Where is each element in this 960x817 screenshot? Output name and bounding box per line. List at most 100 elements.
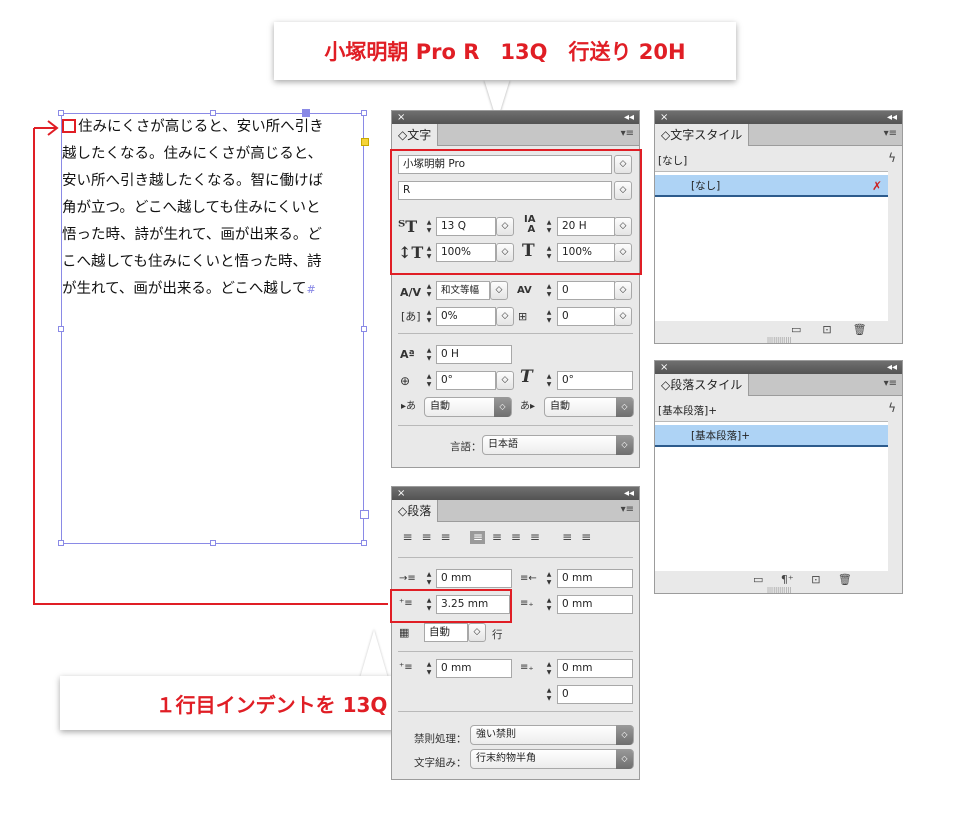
frame-handle-left[interactable] xyxy=(58,326,64,332)
tsume-dropdown[interactable]: ◇ xyxy=(496,307,514,326)
rotation-dropdown[interactable]: ◇ xyxy=(496,371,514,390)
space-after-field[interactable]: 0 mm xyxy=(557,659,633,678)
baseline-shift-field[interactable]: 0 H xyxy=(436,345,512,364)
frame-handle-top[interactable] xyxy=(210,110,216,116)
mojikumi-select[interactable]: 行末約物半角 ◇ xyxy=(470,749,634,769)
grid-indent-stepper[interactable]: ▲ ▼ xyxy=(544,309,554,326)
aki-before-select[interactable]: 自動 ◇ xyxy=(424,397,512,417)
clear-overrides-icon[interactable]: ¶⁺ xyxy=(781,573,794,586)
new-group-icon[interactable]: ▭ xyxy=(753,573,763,586)
list-item[interactable]: [基本段落]+ xyxy=(655,425,888,447)
rotation-icon: ⊕ xyxy=(400,374,411,388)
align-spine-icon[interactable]: ≡ xyxy=(560,531,575,544)
close-icon[interactable]: × xyxy=(660,361,668,374)
aki-after-select[interactable]: 自動 ◇ xyxy=(544,397,634,417)
baseline-shift-stepper[interactable]: ▲ ▼ xyxy=(424,347,434,364)
language-select[interactable]: 日本語 ◇ xyxy=(482,435,634,455)
paragraph-style-list: [基本段落]+ xyxy=(655,421,888,571)
justify-all-icon[interactable]: ≡ xyxy=(527,531,542,544)
aki-before-icon: ▸あ xyxy=(401,401,417,412)
panel-menu-icon[interactable]: ▾≡ xyxy=(621,128,634,139)
frame-handle-bottom-left[interactable] xyxy=(58,540,64,546)
tab-character-styles[interactable]: ◇文字スタイル xyxy=(655,124,750,146)
rotation-stepper[interactable]: ▲ ▼ xyxy=(424,373,434,390)
tracking-field[interactable]: 0 xyxy=(557,281,615,300)
rotation-field[interactable]: 0° xyxy=(436,371,496,390)
panel-titlebar: × ◂◂ xyxy=(655,361,902,374)
close-icon[interactable]: × xyxy=(397,111,405,124)
close-icon[interactable]: × xyxy=(397,487,405,500)
last-line-indent-icon: ≡₊ xyxy=(520,598,534,609)
resize-grip-icon[interactable]: |||||||||||| xyxy=(767,337,791,344)
first-line-indent-marker xyxy=(62,119,76,133)
panel-tab-row: ◇段落 ▾≡ xyxy=(392,500,639,522)
tracking-stepper[interactable]: ▲ ▼ xyxy=(544,283,554,300)
collapse-icon[interactable]: ◂◂ xyxy=(624,487,634,500)
tab-character[interactable]: ◇文字 xyxy=(392,124,439,146)
last-line-indent-stepper[interactable]: ▲ ▼ xyxy=(544,597,554,614)
space-before-field[interactable]: 0 mm xyxy=(436,659,512,678)
drop-cap-chars-field[interactable]: 0 xyxy=(557,685,633,704)
resize-grip-icon[interactable]: |||||||||||| xyxy=(767,587,791,594)
frame-text[interactable]: 住みにくさが高じると、安い所へ引き 越したくなる。住みにくさが高じると、 安い所… xyxy=(62,114,365,303)
collapse-icon[interactable]: ◂◂ xyxy=(624,111,634,124)
drop-cap-lines-field[interactable]: 自動 xyxy=(424,623,468,642)
language-label: 言語： xyxy=(450,441,482,453)
text-line: こへ越しても住みにくいと悟った時、詩 xyxy=(62,254,322,270)
kerning-field[interactable]: 和文等幅 xyxy=(436,281,490,300)
trash-icon[interactable]: 🗑︎ xyxy=(853,323,867,336)
collapse-icon[interactable]: ◂◂ xyxy=(887,361,897,374)
panel-menu-icon[interactable]: ▾≡ xyxy=(884,378,897,389)
collapse-icon[interactable]: ◂◂ xyxy=(887,111,897,124)
kerning-icon: A/V xyxy=(400,286,422,299)
align-right-icon[interactable]: ≡ xyxy=(438,531,453,544)
frame-out-port[interactable] xyxy=(360,510,369,519)
trash-icon[interactable]: 🗑︎ xyxy=(838,573,852,586)
tab-paragraph-styles[interactable]: ◇段落スタイル xyxy=(655,374,750,396)
grid-indent-dropdown[interactable]: ◇ xyxy=(614,307,632,326)
last-line-indent-field[interactable]: 0 mm xyxy=(557,595,633,614)
new-group-icon[interactable]: ▭ xyxy=(791,323,801,336)
frame-handle-bottom-right[interactable] xyxy=(361,540,367,546)
align-left-icon[interactable]: ≡ xyxy=(400,531,415,544)
left-indent-stepper[interactable]: ▲ ▼ xyxy=(424,571,434,588)
tsume-stepper[interactable]: ▲ ▼ xyxy=(424,309,434,326)
align-away-spine-icon[interactable]: ≡ xyxy=(579,531,594,544)
close-icon[interactable]: × xyxy=(660,111,668,124)
right-indent-stepper[interactable]: ▲ ▼ xyxy=(544,571,554,588)
skew-stepper[interactable]: ▲ ▼ xyxy=(544,373,554,390)
grid-indent-field[interactable]: 0 xyxy=(557,307,615,326)
frame-in-port[interactable] xyxy=(302,109,310,117)
tab-paragraph[interactable]: ◇段落 xyxy=(392,500,439,522)
align-center-icon[interactable]: ≡ xyxy=(419,531,434,544)
text-frame[interactable]: 住みにくさが高じると、安い所へ引き 越したくなる。住みにくさが高じると、 安い所… xyxy=(58,109,369,546)
panel-menu-icon[interactable]: ▾≡ xyxy=(884,128,897,139)
justify-center-icon[interactable]: ≡ xyxy=(489,531,504,544)
justify-left-icon[interactable]: ≡ xyxy=(470,531,486,544)
space-after-stepper[interactable]: ▲ ▼ xyxy=(544,661,554,678)
tsume-field[interactable]: 0% xyxy=(436,307,496,326)
character-panel: × ◂◂ ◇文字 ▾≡ 小塚明朝 Pro ◇ R ◇ ᵀT ▲ ▼ 13 Q ◇ … xyxy=(390,110,642,468)
frame-handle-right[interactable] xyxy=(361,326,367,332)
frame-handle-bottom[interactable] xyxy=(210,540,216,546)
frame-handle-top-left[interactable] xyxy=(58,110,64,116)
panel-menu-icon[interactable]: ▾≡ xyxy=(621,504,634,515)
drop-cap-chars-stepper[interactable]: ▲ ▼ xyxy=(544,687,554,704)
justify-right-icon[interactable]: ≡ xyxy=(508,531,523,544)
left-indent-field[interactable]: 0 mm xyxy=(436,569,512,588)
new-style-icon[interactable]: ⊡ xyxy=(822,323,831,336)
list-item[interactable]: [なし] ✗ xyxy=(655,175,888,197)
skew-field[interactable]: 0° xyxy=(557,371,633,390)
quick-apply-icon[interactable]: ϟ xyxy=(888,151,896,165)
quick-apply-icon[interactable]: ϟ xyxy=(888,401,896,415)
live-corner-handle[interactable] xyxy=(361,138,369,146)
right-indent-field[interactable]: 0 mm xyxy=(557,569,633,588)
kerning-stepper[interactable]: ▲ ▼ xyxy=(424,283,434,300)
kinsoku-select[interactable]: 強い禁則 ◇ xyxy=(470,725,634,745)
kerning-dropdown[interactable]: ◇ xyxy=(490,281,508,300)
tracking-dropdown[interactable]: ◇ xyxy=(614,281,632,300)
new-style-icon[interactable]: ⊡ xyxy=(811,573,820,586)
space-before-stepper[interactable]: ▲ ▼ xyxy=(424,661,434,678)
drop-cap-lines-dropdown[interactable]: ◇ xyxy=(468,623,486,642)
frame-handle-top-right[interactable] xyxy=(361,110,367,116)
